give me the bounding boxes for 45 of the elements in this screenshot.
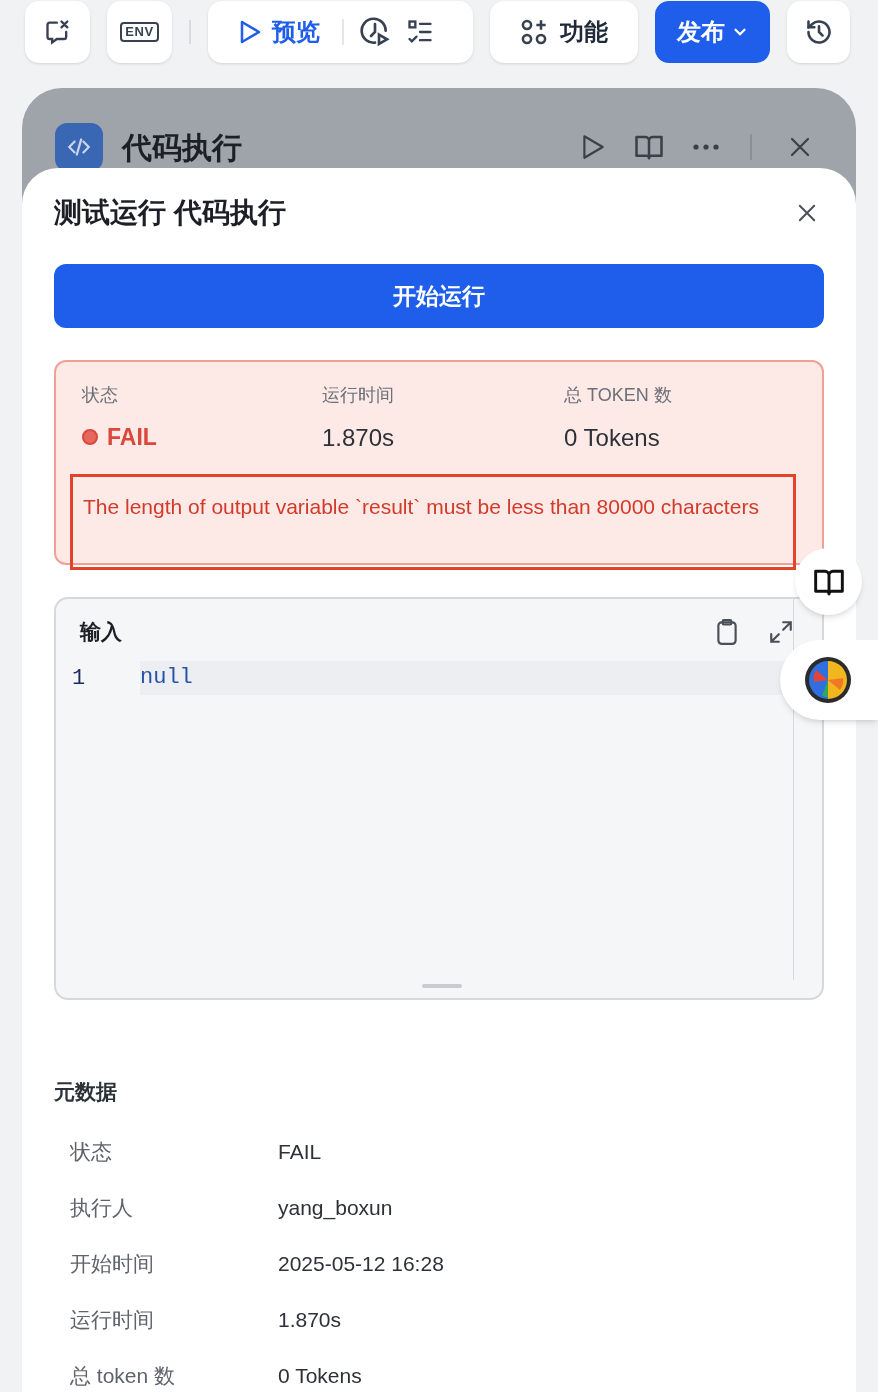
play-icon (238, 19, 262, 45)
input-label: 输入 (80, 619, 122, 646)
metadata-value: 2025-05-12 16:28 (278, 1250, 444, 1277)
env-button[interactable]: ENV (107, 1, 172, 63)
play-icon[interactable] (580, 133, 606, 161)
clipboard-icon[interactable] (714, 618, 740, 646)
preview-button[interactable]: 预览 (208, 12, 342, 52)
status-value: FAIL (107, 423, 157, 452)
features-button[interactable]: 功能 (490, 1, 638, 63)
history-button[interactable] (787, 1, 850, 63)
stat-label: 状态 (82, 384, 119, 407)
expand-icon[interactable] (768, 619, 794, 645)
metadata-value: yang_boxun (278, 1194, 393, 1222)
metadata-label: 运行时间 (70, 1306, 155, 1333)
sheet-title: 测试运行 代码执行 (54, 196, 286, 230)
code-icon (55, 123, 103, 171)
assistant-logo-icon (804, 656, 852, 704)
metadata-title: 元数据 (54, 1079, 118, 1105)
line-number: 1 (72, 664, 87, 693)
stat-value: 1.870s (322, 423, 395, 453)
metadata-label: 状态 (70, 1138, 113, 1165)
metadata-label: 执行人 (70, 1194, 134, 1221)
more-icon[interactable] (692, 143, 720, 151)
assistant-button[interactable] (780, 640, 878, 720)
metadata-label: 开始时间 (70, 1250, 155, 1277)
clear-chat-button[interactable] (25, 1, 90, 63)
checklist-icon (406, 18, 434, 46)
stat-value: 0 Tokens (564, 423, 660, 453)
metadata-value: 0 Tokens (278, 1362, 362, 1389)
start-run-button[interactable]: 开始运行 (54, 264, 824, 328)
apps-icon (520, 18, 548, 46)
metadata-value: 1.870s (278, 1306, 342, 1333)
clock-play-icon (359, 16, 391, 48)
stat-label: 运行时间 (322, 384, 395, 407)
error-message: The length of output variable `result` must be less than 80000 characters (83, 494, 760, 520)
resize-handle[interactable] (422, 984, 462, 988)
node-title: 代码执行 (122, 129, 242, 166)
close-icon[interactable] (790, 137, 810, 157)
close-icon[interactable] (798, 204, 816, 222)
chat-clear-icon (43, 18, 72, 46)
metadata-label: 总 token 数 (70, 1362, 177, 1389)
history-icon (804, 18, 833, 46)
metadata-value: FAIL (278, 1138, 322, 1165)
publish-button[interactable]: 发布 (655, 1, 770, 63)
stat-label: 总 TOKEN 数 (564, 384, 673, 407)
